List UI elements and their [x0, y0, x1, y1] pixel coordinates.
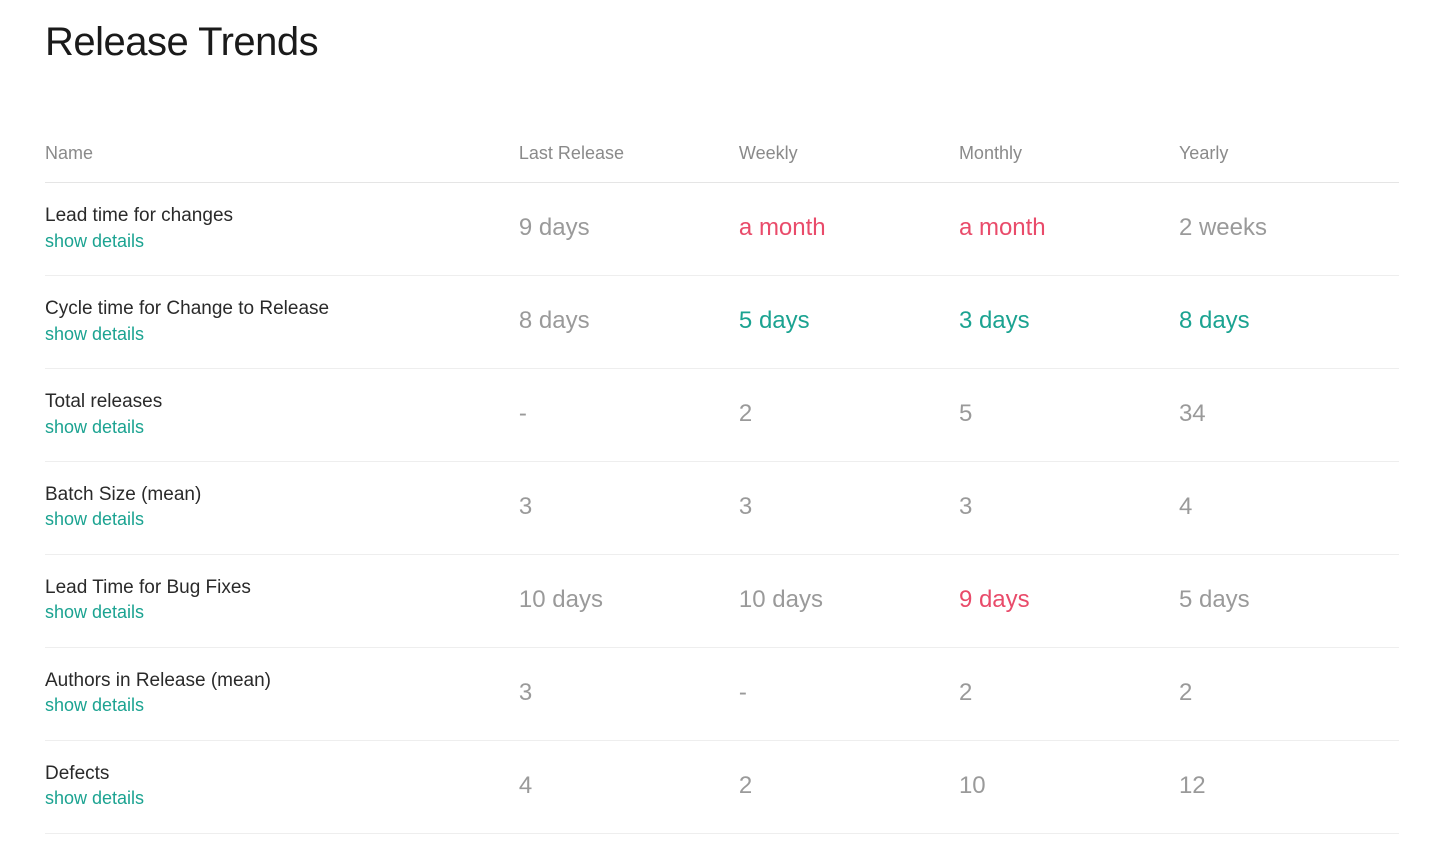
metric-value-cell: 9 days	[959, 554, 1179, 647]
metric-value: 10 days	[519, 586, 603, 613]
column-header-last-release: Last Release	[519, 125, 739, 183]
metric-value-cell: -	[739, 647, 959, 740]
metric-value: 2	[739, 772, 752, 799]
metric-name-cell: Authors in Release (mean)show details	[45, 647, 519, 740]
metric-value: -	[739, 679, 747, 706]
metric-value: 3	[739, 493, 752, 520]
metric-value-cell: 10	[959, 740, 1179, 833]
metric-value-cell: 5 days	[1179, 554, 1399, 647]
metric-name: Authors in Release (mean)	[45, 668, 519, 694]
show-details-link[interactable]: show details	[45, 415, 519, 439]
metric-value: 9 days	[959, 586, 1030, 613]
metric-name: Lead Time for Bug Fixes	[45, 575, 519, 601]
table-row: Lead Time for Bug Fixesshow details10 da…	[45, 554, 1399, 647]
metric-value-cell: 5 days	[739, 275, 959, 368]
table-row: Total releasesshow details- 2 5 34	[45, 368, 1399, 461]
column-header-yearly: Yearly	[1179, 125, 1399, 183]
show-details-link[interactable]: show details	[45, 507, 519, 531]
metric-value: 2 weeks	[1179, 214, 1267, 241]
metric-name: Lead time for changes	[45, 203, 519, 229]
metric-value-cell: 4	[519, 740, 739, 833]
metric-value: 5	[959, 400, 972, 427]
metric-value-cell: 5	[959, 368, 1179, 461]
metric-name-cell: Cycle time for Change to Releaseshow det…	[45, 275, 519, 368]
metric-name-cell: Batch Size (mean)show details	[45, 461, 519, 554]
metric-name: Total releases	[45, 389, 519, 415]
metric-value: 4	[1179, 493, 1192, 520]
metric-value: 2	[959, 679, 972, 706]
metric-value: 8 days	[519, 307, 590, 334]
metric-value-cell: 10 days	[519, 554, 739, 647]
table-row: Batch Size (mean)show details3334	[45, 461, 1399, 554]
metric-value: 34	[1179, 400, 1206, 427]
metric-value-cell: 9 days	[519, 183, 739, 276]
metric-value: a month	[739, 214, 826, 241]
metric-value: 12	[1179, 772, 1206, 799]
metric-value-cell: 3	[739, 461, 959, 554]
metric-value-cell: -	[519, 368, 739, 461]
metric-name-cell: Lead time for changesshow details	[45, 183, 519, 276]
column-header-weekly: Weekly	[739, 125, 959, 183]
metric-value: 4	[519, 772, 532, 799]
table-row: Defectsshow details4 2 10 12	[45, 740, 1399, 833]
table-row: Lead time for changesshow details9 days a…	[45, 183, 1399, 276]
metric-value-cell: 2	[739, 740, 959, 833]
metric-value-cell: 2	[739, 368, 959, 461]
show-details-link[interactable]: show details	[45, 786, 519, 810]
metric-value: 8 days	[1179, 307, 1250, 334]
metric-value-cell: 3	[959, 461, 1179, 554]
metric-value: 3	[519, 679, 532, 706]
show-details-link[interactable]: show details	[45, 229, 519, 253]
metric-name: Cycle time for Change to Release	[45, 296, 519, 322]
metric-value-cell: 34	[1179, 368, 1399, 461]
metric-value-cell: 8 days	[1179, 275, 1399, 368]
column-header-monthly: Monthly	[959, 125, 1179, 183]
show-details-link[interactable]: show details	[45, 693, 519, 717]
metric-value-cell: a month	[959, 183, 1179, 276]
page-title: Release Trends	[45, 20, 1399, 65]
metric-value: 2	[739, 400, 752, 427]
metric-value: 10 days	[739, 586, 823, 613]
show-details-link[interactable]: show details	[45, 322, 519, 346]
metric-value-cell: 12	[1179, 740, 1399, 833]
metric-name: Batch Size (mean)	[45, 482, 519, 508]
release-trends-table: Name Last Release Weekly Monthly Yearly …	[45, 125, 1399, 834]
table-row: Authors in Release (mean)show details3 - 2…	[45, 647, 1399, 740]
column-header-name: Name	[45, 125, 519, 183]
metric-value: 2	[1179, 679, 1192, 706]
metric-value: 3	[519, 493, 532, 520]
metric-value-cell: 3 days	[959, 275, 1179, 368]
metric-value-cell: a month	[739, 183, 959, 276]
show-details-link[interactable]: show details	[45, 600, 519, 624]
metric-value-cell: 8 days	[519, 275, 739, 368]
metric-value: 10	[959, 772, 986, 799]
metric-name-cell: Total releasesshow details	[45, 368, 519, 461]
metric-value-cell: 2	[1179, 647, 1399, 740]
metric-value: -	[519, 400, 527, 427]
metric-value-cell: 10 days	[739, 554, 959, 647]
table-row: Cycle time for Change to Releaseshow det…	[45, 275, 1399, 368]
metric-value: a month	[959, 214, 1046, 241]
metric-value: 5 days	[1179, 586, 1250, 613]
metric-name-cell: Defectsshow details	[45, 740, 519, 833]
table-header-row: Name Last Release Weekly Monthly Yearly	[45, 125, 1399, 183]
metric-name: Defects	[45, 761, 519, 787]
metric-value: 9 days	[519, 214, 590, 241]
metric-name-cell: Lead Time for Bug Fixesshow details	[45, 554, 519, 647]
metric-value: 3	[959, 493, 972, 520]
metric-value-cell: 3	[519, 647, 739, 740]
metric-value-cell: 3	[519, 461, 739, 554]
metric-value: 5 days	[739, 307, 810, 334]
metric-value-cell: 2	[959, 647, 1179, 740]
metric-value-cell: 4	[1179, 461, 1399, 554]
metric-value-cell: 2 weeks	[1179, 183, 1399, 276]
metric-value: 3 days	[959, 307, 1030, 334]
